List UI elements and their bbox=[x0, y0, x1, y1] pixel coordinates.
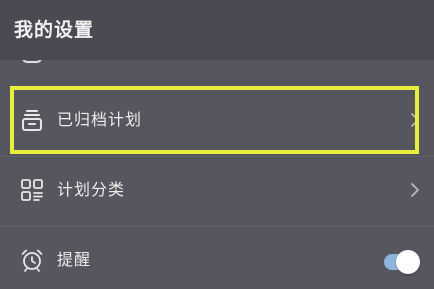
settings-row-plan-categories[interactable]: 计划分类 bbox=[0, 156, 434, 228]
chevron-right-icon bbox=[410, 182, 420, 198]
category-grid-icon bbox=[20, 178, 44, 202]
page-title: 我的设置 bbox=[14, 19, 95, 41]
settings-item-label: 计划分类 bbox=[57, 180, 126, 199]
reminder-toggle[interactable] bbox=[384, 250, 420, 274]
toggle-knob bbox=[396, 250, 420, 274]
app-header: 我的设置 bbox=[0, 0, 434, 60]
settings-row-archived-plans[interactable]: 已归档计划 bbox=[0, 84, 434, 156]
settings-item-label: 提醒 bbox=[57, 250, 92, 269]
archive-box-icon bbox=[20, 108, 44, 132]
settings-item-label: 已归档计划 bbox=[57, 110, 143, 129]
alarm-clock-icon bbox=[20, 248, 44, 272]
settings-screen: 我的设置 已归档计划 计划分类 提醒 bbox=[0, 0, 434, 289]
settings-row-reminders[interactable]: 提醒 bbox=[0, 226, 434, 289]
chevron-right-icon bbox=[410, 112, 420, 128]
